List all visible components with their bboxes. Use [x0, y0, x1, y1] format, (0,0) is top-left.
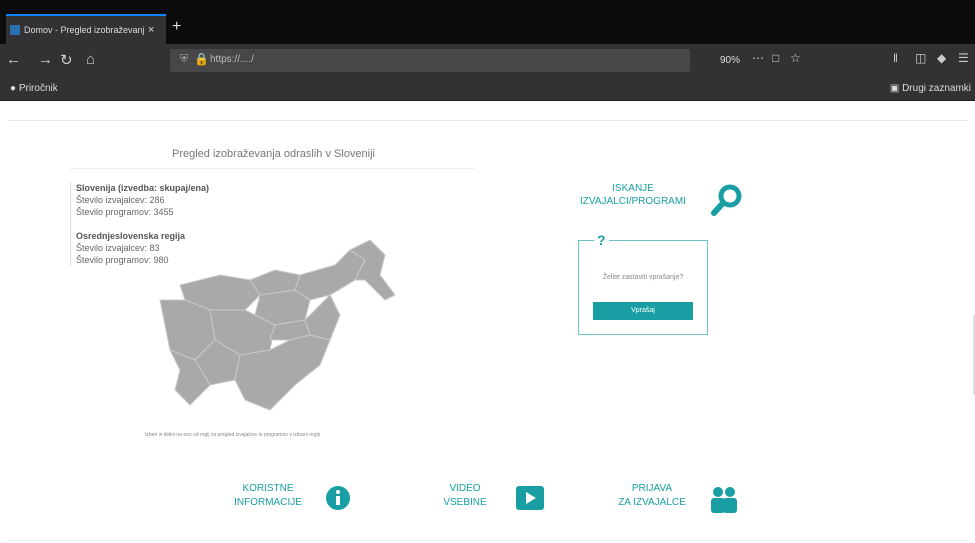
useful-info-link[interactable]: KORISTNE INFORMACIJE: [228, 482, 308, 510]
search-line1: ISKANJE: [612, 183, 654, 194]
browser-tab[interactable]: Domov - Pregled izobraževanj ×: [6, 14, 166, 44]
shield-icon[interactable]: ⛨: [180, 53, 188, 66]
browser-navigation-bar: ← → ↻ ⌂ ⛨ 🔒 https://..../ 90% ⋯ □ ☆ ‖ ◫ …: [0, 44, 975, 78]
page-actions-icon[interactable]: ⋯: [752, 51, 764, 65]
video-line2: VSEBINE: [443, 497, 487, 508]
tab-title: Domov - Pregled izobraževanj: [24, 25, 144, 35]
slovenia-programs: Število programov: 3455: [76, 207, 174, 217]
login-line2: ZA IZVAJALCE: [618, 497, 686, 508]
map-caption: Izberi in klikni na eno od regij za preg…: [145, 432, 320, 438]
video-content-link[interactable]: VIDEO VSEBINE: [430, 482, 500, 510]
region-providers: Število izvajalcev: 83: [76, 243, 160, 253]
question-box: ? Želite zastaviti vprašanje? Vprašaj: [578, 232, 708, 335]
other-bookmarks-label: Drugi zaznamki: [902, 83, 971, 94]
info-icon[interactable]: [325, 485, 351, 511]
tab-close-button[interactable]: ×: [148, 24, 154, 36]
slovenia-map[interactable]: [150, 240, 400, 420]
useful-info-line2: INFORMACIJE: [234, 497, 302, 508]
slovenia-providers: Število izvajalcev: 286: [76, 195, 165, 205]
search-line2: IZVAJALCI/PROGRAMI: [580, 196, 686, 207]
question-prompt: Želite zastaviti vprašanje?: [602, 274, 684, 281]
favicon-icon: [10, 25, 20, 35]
bookmark-label: Priročnik: [18, 83, 58, 94]
search-providers-link[interactable]: ISKANJE IZVAJALCI/PROGRAMI: [578, 182, 688, 208]
extension-icon[interactable]: ◆: [937, 51, 946, 65]
users-icon[interactable]: [708, 485, 740, 515]
ask-question-button[interactable]: Vprašaj: [593, 302, 693, 320]
back-icon[interactable]: ←: [6, 51, 21, 68]
divider: [8, 120, 968, 121]
bookmark-item[interactable]: ● Priročnik: [10, 83, 58, 94]
region-podravska: [294, 249, 366, 301]
question-mark-icon: ?: [594, 232, 609, 248]
useful-info-line1: KORISTNE: [242, 483, 294, 494]
menu-icon[interactable]: ☰: [958, 51, 969, 65]
map-title: Pregled izobraževanja odraslih v Sloveni…: [172, 148, 376, 160]
home-icon[interactable]: ⌂: [86, 51, 95, 68]
search-icon[interactable]: [710, 182, 746, 218]
divider: [70, 168, 475, 169]
region-posavska: [304, 294, 341, 341]
slovenia-label: Slovenija (izvedba: skupaj/ena): [76, 183, 210, 193]
new-tab-button[interactable]: +: [172, 18, 181, 36]
browser-tab-bar: Domov - Pregled izobraževanj × +: [0, 0, 975, 44]
zoom-level[interactable]: 90%: [720, 55, 740, 66]
library-icon[interactable]: ‖: [893, 51, 898, 65]
address-bar[interactable]: ⛨ 🔒 https://..../: [170, 49, 690, 72]
video-line1: VIDEO: [449, 483, 481, 494]
bookmark-star-icon[interactable]: ☆: [790, 51, 801, 65]
lock-icon[interactable]: 🔒: [194, 52, 209, 66]
forward-icon[interactable]: →: [38, 51, 53, 68]
provider-login-link[interactable]: PRIJAVA ZA IZVAJALCE: [612, 482, 692, 510]
video-play-icon[interactable]: [515, 485, 545, 511]
login-line1: PRIJAVA: [631, 483, 673, 494]
url-text[interactable]: https://..../: [210, 54, 254, 65]
bookmarks-bar: ● Priročnik ▣ Drugi zaznamki: [0, 78, 975, 101]
divider: [8, 540, 968, 541]
reload-icon[interactable]: ↻: [60, 51, 73, 69]
other-bookmarks[interactable]: ▣ Drugi zaznamki: [890, 83, 971, 94]
pocket-icon[interactable]: □: [772, 51, 779, 65]
sidebar-icon[interactable]: ◫: [915, 51, 926, 65]
